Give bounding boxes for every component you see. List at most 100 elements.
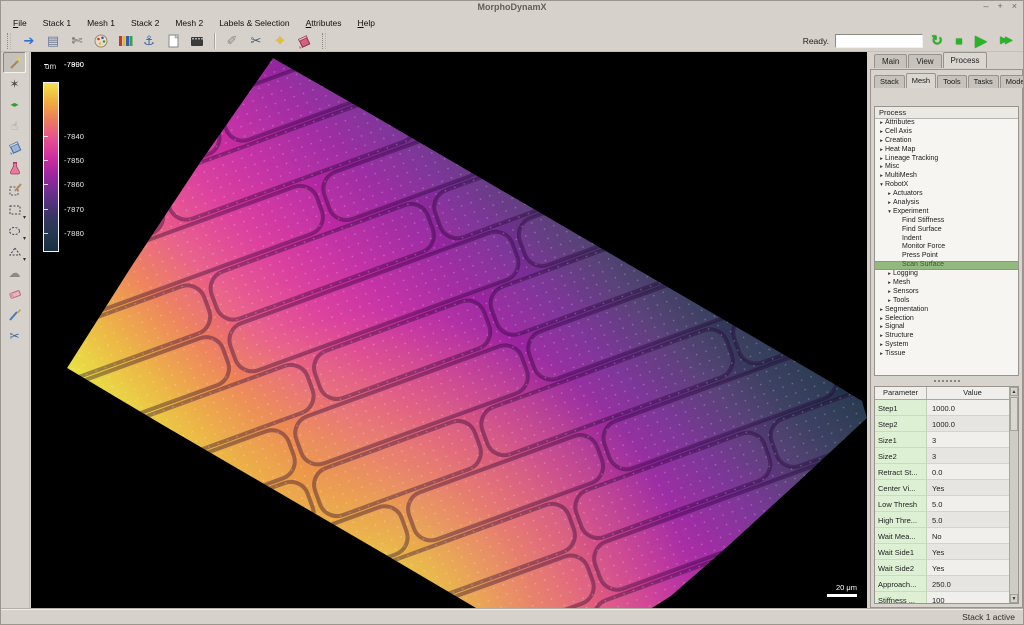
table-row[interactable]: High Thre...5.0: [875, 512, 1018, 528]
wand-tool[interactable]: [3, 52, 26, 73]
pick-hand-tool[interactable]: ☝: [3, 115, 26, 136]
menu-attributes[interactable]: Attributes: [298, 16, 350, 30]
tree-item[interactable]: ▸Analysis: [875, 199, 1018, 208]
tab-tools[interactable]: Tools: [937, 75, 967, 88]
menu-help[interactable]: Help: [350, 16, 383, 30]
magic-wand-icon[interactable]: ✦: [268, 31, 292, 51]
eraser-tool[interactable]: [3, 283, 26, 304]
brush-tool[interactable]: [3, 304, 26, 325]
scroll-down-icon[interactable]: ▼: [1010, 594, 1018, 603]
polygon-select-tool[interactable]: ▾: [3, 241, 26, 262]
tree-item[interactable]: Monitor Force: [875, 243, 1018, 252]
tab-model[interactable]: Model: [1000, 75, 1024, 88]
movie-icon[interactable]: [185, 31, 209, 51]
tree-item[interactable]: ▸Structure: [875, 332, 1018, 341]
menu-stack1[interactable]: Stack 1: [35, 16, 79, 30]
table-row[interactable]: Size23: [875, 448, 1018, 464]
minimize-button[interactable]: –: [983, 1, 988, 11]
clip-icon[interactable]: ✄: [65, 31, 89, 51]
tree-item[interactable]: ▸Cell Axis: [875, 128, 1018, 137]
menu-mesh2[interactable]: Mesh 2: [167, 16, 211, 30]
fill-label-icon[interactable]: [292, 31, 316, 51]
tab-process[interactable]: Process: [943, 52, 988, 68]
tree-item[interactable]: ▸Attributes: [875, 119, 1018, 128]
table-row[interactable]: Low Thresh5.0: [875, 496, 1018, 512]
table-row[interactable]: Approach...250.0: [875, 576, 1018, 592]
tree-item[interactable]: ▸Tissue: [875, 350, 1018, 359]
toolbar-grip[interactable]: [7, 33, 11, 49]
tree-item[interactable]: Find Stiffness: [875, 217, 1018, 226]
palette-icon[interactable]: [89, 31, 113, 51]
menu-file[interactable]: File: [5, 16, 35, 30]
lasso-select-tool[interactable]: ▾: [3, 220, 26, 241]
viewport-3d[interactable]: um -7840 -7850 -7860 -7870 -7880 -7890 -…: [31, 52, 867, 609]
menu-labels-selection[interactable]: Labels & Selection: [211, 16, 297, 30]
tree-item[interactable]: Find Surface: [875, 226, 1018, 235]
table-row[interactable]: Wait Side1Yes: [875, 544, 1018, 560]
swap-arrows-tool[interactable]: ◂▸: [3, 94, 26, 115]
table-header: Parameter Value: [875, 387, 1018, 400]
fill-bucket-tool[interactable]: [3, 136, 26, 157]
table-row[interactable]: Retract St...0.0: [875, 464, 1018, 480]
tree-item[interactable]: Press Point: [875, 252, 1018, 261]
cutting-tools-icon[interactable]: ✂: [244, 31, 268, 51]
menu-stack2[interactable]: Stack 2: [123, 16, 167, 30]
table-row[interactable]: Step11000.0: [875, 400, 1018, 416]
tab-main[interactable]: Main: [874, 54, 907, 68]
command-input[interactable]: [835, 34, 923, 48]
panel-splitter[interactable]: [874, 378, 1019, 385]
tab-view[interactable]: View: [908, 54, 941, 68]
tree-item[interactable]: ▸Sensors: [875, 288, 1018, 297]
menu-mesh1[interactable]: Mesh 1: [79, 16, 123, 30]
step-button[interactable]: ▶: [973, 33, 989, 49]
table-row[interactable]: Wait Side2Yes: [875, 560, 1018, 576]
table-row[interactable]: Size13: [875, 432, 1018, 448]
tree-item[interactable]: ▸Actuators: [875, 190, 1018, 199]
maximize-button[interactable]: +: [997, 1, 1002, 11]
tree-item[interactable]: ▸Creation: [875, 137, 1018, 146]
close-button[interactable]: ×: [1012, 1, 1017, 11]
table-row[interactable]: Stiffness ...100: [875, 592, 1018, 604]
tree-item[interactable]: Indent: [875, 235, 1018, 244]
stop-button[interactable]: ■: [951, 33, 967, 49]
scroll-up-icon[interactable]: ▲: [1010, 387, 1018, 396]
snapshot-icon[interactable]: ▤: [41, 31, 65, 51]
star-select-tool[interactable]: ✶: [3, 73, 26, 94]
tree-item-robotx[interactable]: ▾RobotX: [875, 181, 1018, 190]
scissors-tool[interactable]: ✂: [3, 325, 26, 346]
blob-tool[interactable]: ☁: [3, 262, 26, 283]
tab-stack[interactable]: Stack: [874, 75, 905, 88]
tree-item-experiment[interactable]: ▾Experiment: [875, 208, 1018, 217]
tree-item[interactable]: ▸Segmentation: [875, 306, 1018, 315]
toolbar-grip-2[interactable]: [322, 33, 326, 49]
scrollbar-thumb[interactable]: [1010, 397, 1018, 431]
tab-mesh[interactable]: Mesh: [906, 73, 936, 88]
tree-item[interactable]: ▸Tools: [875, 297, 1018, 306]
tree-item[interactable]: ▸Mesh: [875, 279, 1018, 288]
surface-render[interactable]: [31, 52, 867, 609]
tree-item[interactable]: ▸Misc: [875, 163, 1018, 172]
tree-item[interactable]: ▸Signal: [875, 323, 1018, 332]
rerun-button[interactable]: ↻: [929, 33, 945, 49]
tree-item[interactable]: ▸Selection: [875, 315, 1018, 324]
table-scrollbar[interactable]: ▲ ▼: [1009, 387, 1018, 603]
tab-tasks[interactable]: Tasks: [968, 75, 999, 88]
tree-item[interactable]: ▸System: [875, 341, 1018, 350]
anchor-icon[interactable]: ⚓: [137, 31, 161, 51]
table-row[interactable]: Center Vi...Yes: [875, 480, 1018, 496]
tree-item[interactable]: ▸Lineage Tracking: [875, 155, 1018, 164]
select-wand-tool[interactable]: [3, 178, 26, 199]
tree-item-scan-surface[interactable]: Scan Surface: [875, 261, 1018, 270]
forward-arrow-icon[interactable]: ➔: [17, 31, 41, 51]
flask-tool[interactable]: [3, 157, 26, 178]
run-button[interactable]: ▶▶: [995, 33, 1015, 49]
screwdriver-icon[interactable]: ✐: [220, 31, 244, 51]
table-row[interactable]: Wait Mea...No: [875, 528, 1018, 544]
tree-item[interactable]: ▸MultiMesh: [875, 172, 1018, 181]
table-row[interactable]: Step21000.0: [875, 416, 1018, 432]
colormap-icon[interactable]: [113, 31, 137, 51]
tree-item[interactable]: ▸Logging: [875, 270, 1018, 279]
rect-select-tool[interactable]: ▾: [3, 199, 26, 220]
tree-item[interactable]: ▸Heat Map: [875, 146, 1018, 155]
new-document-icon[interactable]: [161, 31, 185, 51]
